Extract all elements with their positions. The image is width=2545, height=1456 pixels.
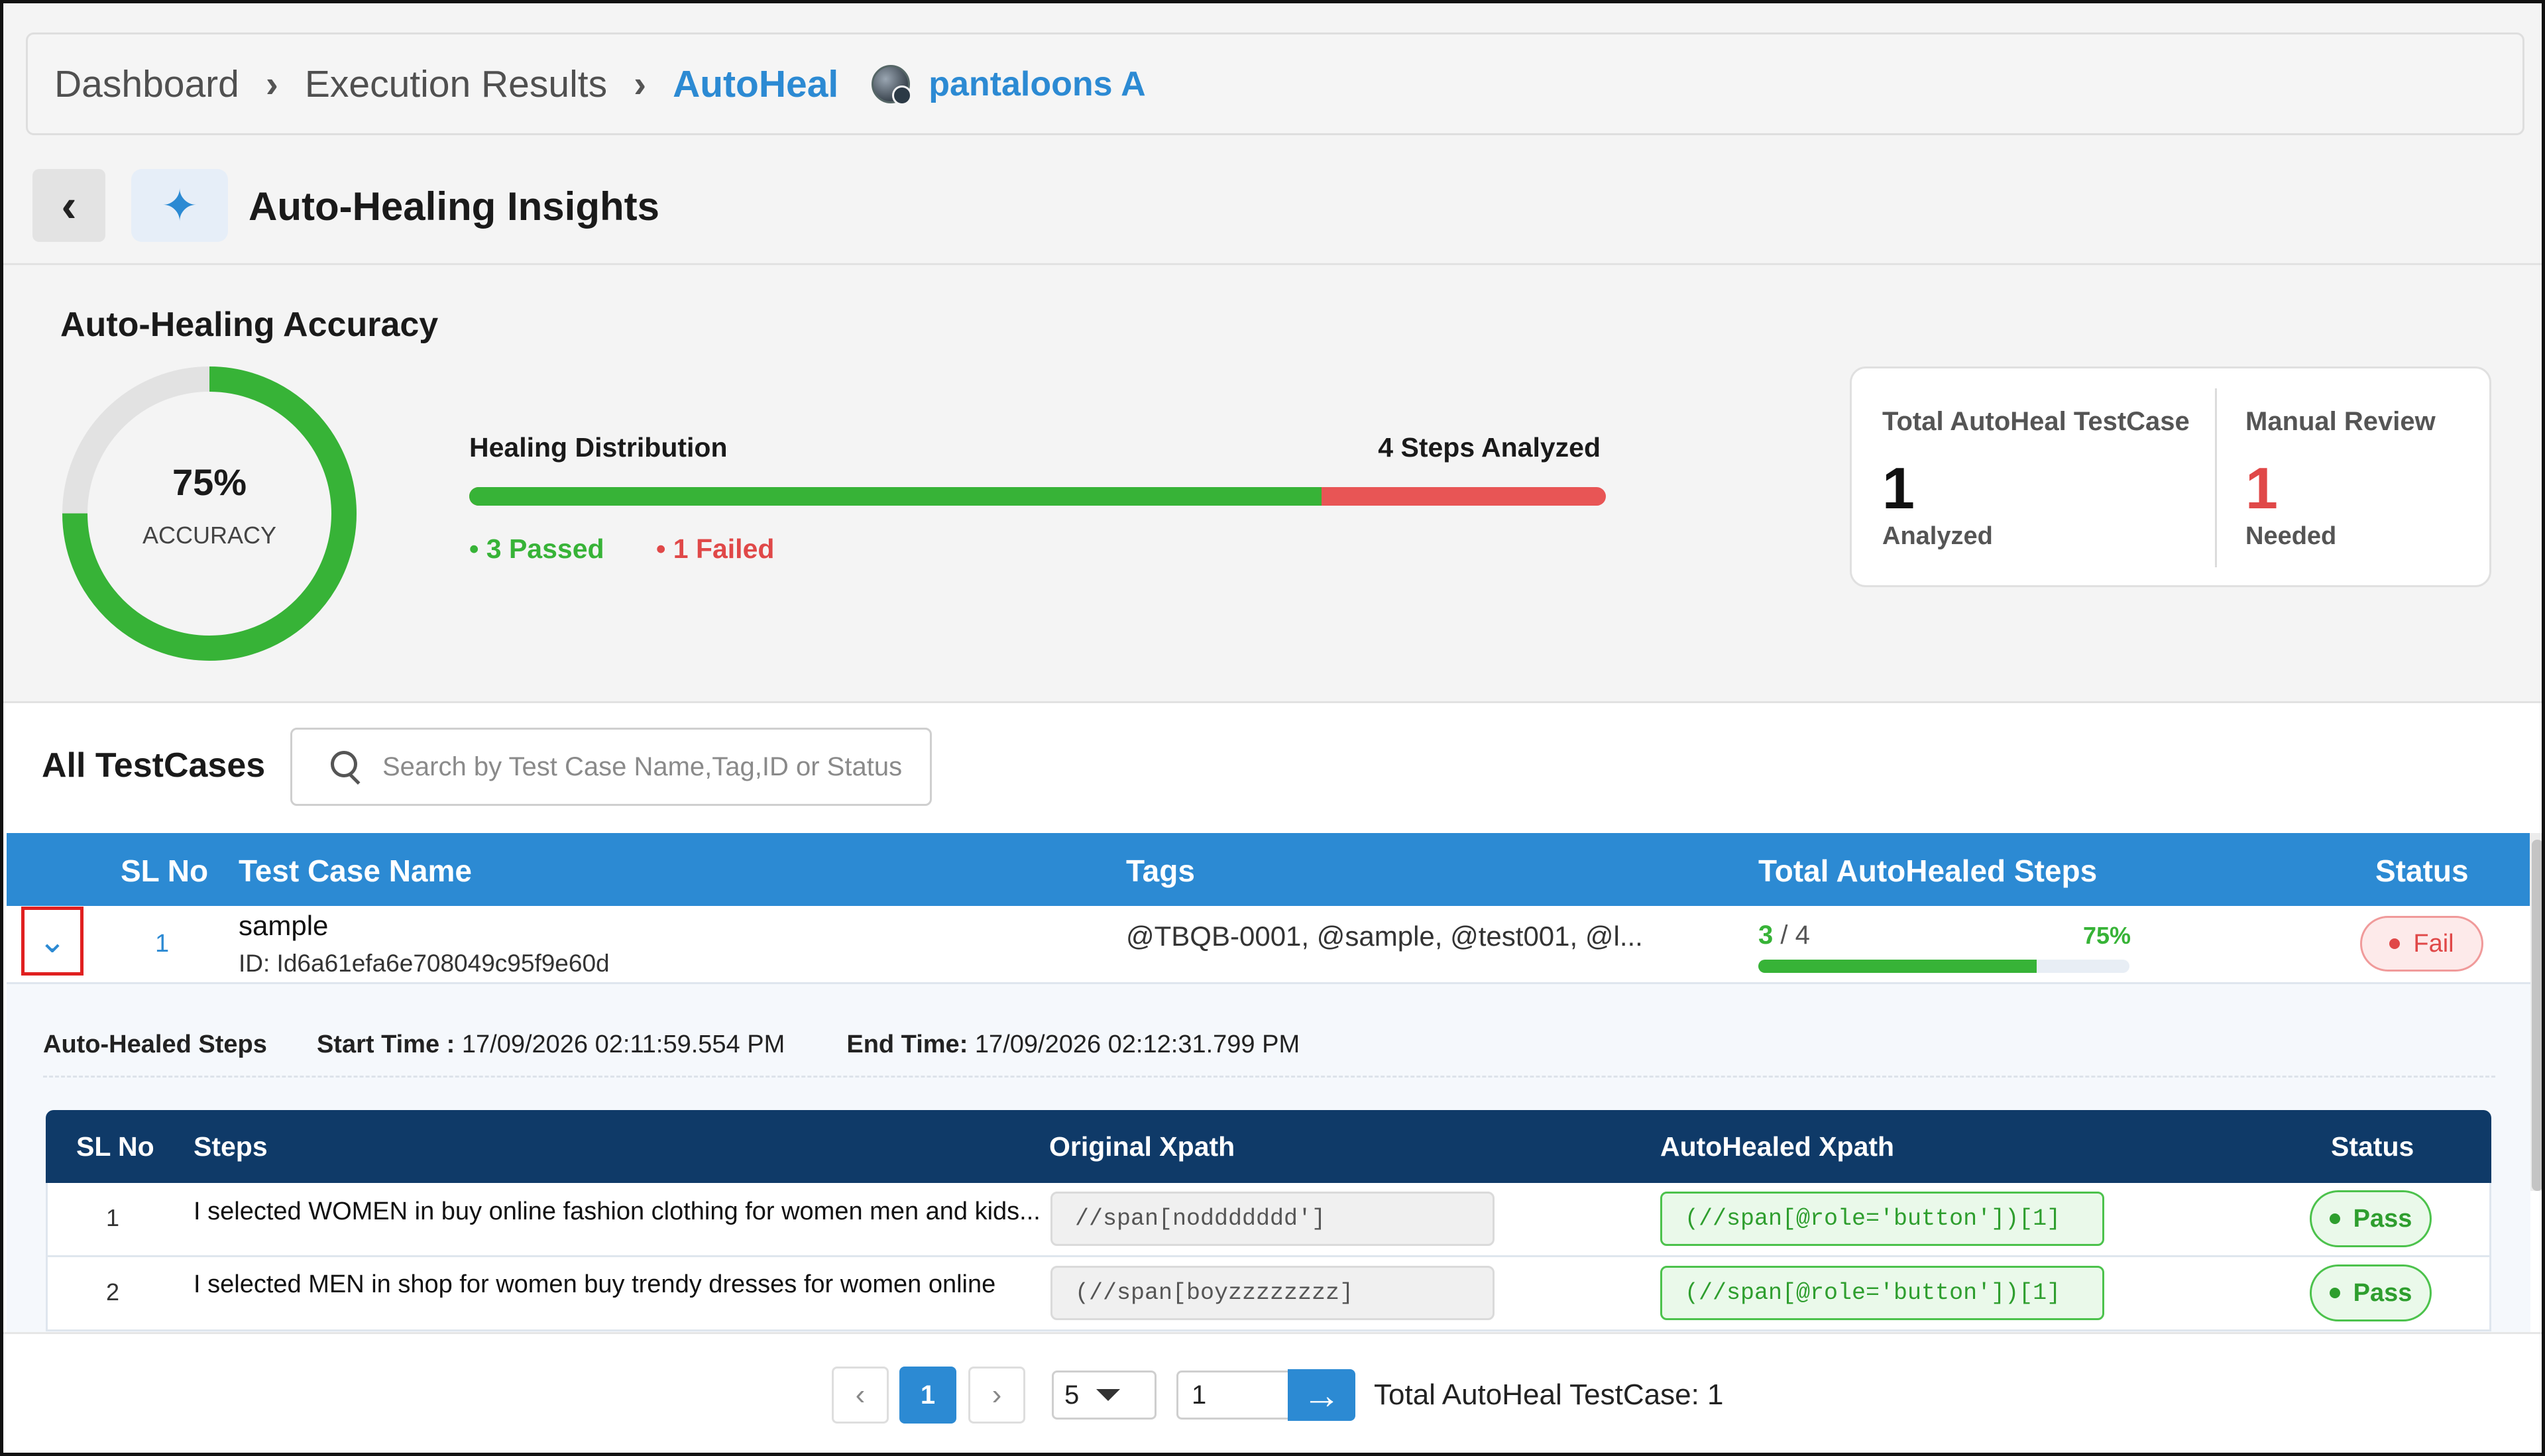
total-testcase-value: 1: [1882, 455, 1915, 521]
step-sl-no: 1: [106, 1204, 120, 1231]
start-time-value: 17/09/2026 02:11:59.554 PM: [461, 1031, 785, 1058]
status-badge-pass: Pass: [2310, 1264, 2432, 1321]
page-1-button[interactable]: 1: [899, 1367, 956, 1424]
col-sl-no: SL No: [121, 854, 209, 888]
total-testcase-sub: Analyzed: [1882, 522, 1993, 550]
expand-row-button[interactable]: ⌄: [21, 907, 84, 976]
status-dot-icon: [2389, 938, 2401, 949]
status-badge-fail: Fail: [2360, 916, 2483, 972]
stats-divider: [2215, 388, 2217, 567]
col-status: Status: [2375, 854, 2469, 888]
accuracy-donut: [62, 366, 357, 661]
globe-icon: [872, 64, 913, 105]
step-text: I selected MEN in shop for women buy tre…: [194, 1270, 996, 1298]
status-dot-icon: [2329, 1213, 2340, 1224]
col-test-case-name: Test Case Name: [239, 854, 472, 888]
row-healed-passed: 3: [1758, 921, 1774, 950]
chevron-left-icon: ‹: [61, 180, 77, 231]
original-xpath: //span[noddddddd']: [1050, 1192, 1495, 1246]
autohealed-xpath: (//span[@role='button'])[1]: [1660, 1192, 2104, 1246]
start-time-key: Start Time :: [316, 1031, 455, 1058]
steps-col-sl-no: SL No: [76, 1131, 154, 1162]
chevron-right-icon: ›: [265, 62, 278, 105]
page-size-select[interactable]: 5: [1052, 1371, 1157, 1420]
detail-divider: [43, 1076, 2495, 1078]
col-tags: Tags: [1126, 854, 1195, 888]
testcases-table-header: SL No Test Case Name Tags Total AutoHeal…: [7, 833, 2530, 906]
page-size-value: 5: [1064, 1380, 1080, 1410]
distribution-bar: [469, 487, 1606, 506]
steps-col-autohealed-xpath: AutoHealed Xpath: [1660, 1131, 1895, 1162]
status-dot-icon: [2329, 1288, 2340, 1298]
row-healed-count: 3 / 4: [1758, 921, 1810, 950]
row-test-case-name: sample: [239, 910, 329, 941]
total-testcase-count: Total AutoHeal TestCase: 1: [1374, 1378, 1724, 1411]
distribution-title: Healing Distribution: [469, 432, 728, 463]
breadcrumb: Dashboard › Execution Results › AutoHeal…: [26, 32, 2524, 135]
search-box[interactable]: [290, 728, 932, 806]
chevron-down-icon: ⌄: [38, 923, 66, 960]
autohealed-xpath: (//span[@role='button'])[1]: [1660, 1266, 2104, 1320]
row-healed-progress-bar: [1758, 960, 2129, 973]
scrollbar-thumb[interactable]: [2532, 840, 2542, 1191]
distribution-passed-fill: [469, 487, 1322, 506]
testcases-title: All TestCases: [42, 746, 266, 785]
steps-col-status: Status: [2331, 1131, 2414, 1162]
breadcrumb-dashboard[interactable]: Dashboard: [54, 62, 239, 106]
back-button[interactable]: ‹: [32, 169, 105, 242]
manual-review-value: 1: [2245, 455, 2278, 521]
arrow-right-icon: →: [1302, 1373, 1341, 1417]
page-jump-input[interactable]: [1176, 1371, 1289, 1420]
accuracy-percent: 75%: [172, 461, 247, 503]
go-to-page-button[interactable]: →: [1288, 1369, 1355, 1421]
end-time-key: End Time:: [846, 1031, 968, 1058]
step-text: I selected WOMEN in buy online fashion c…: [194, 1198, 1041, 1225]
chevron-right-icon: ›: [634, 62, 647, 105]
detail-label: Auto-Healed Steps: [43, 1031, 267, 1058]
status-badge-pass: Pass: [2310, 1190, 2432, 1247]
prev-page-button[interactable]: ‹: [832, 1367, 889, 1424]
status-label: Pass: [2353, 1278, 2412, 1307]
row-tags: @TBQB-0001, @sample, @test001, @l...: [1126, 921, 1643, 952]
header-divider: [3, 263, 2542, 265]
next-page-button[interactable]: ›: [968, 1367, 1025, 1424]
row-sl-no: 1: [155, 930, 170, 958]
end-time-value: 17/09/2026 02:12:31.799 PM: [974, 1031, 1300, 1058]
status-label: Fail: [2413, 929, 2454, 958]
stats-card: Total AutoHeal TestCase 1 Analyzed Manua…: [1850, 366, 2491, 587]
steps-col-steps: Steps: [194, 1131, 268, 1162]
steps-analyzed: 4 Steps Analyzed: [1378, 432, 1601, 463]
failed-count: • 1 Failed: [656, 533, 775, 564]
row-healed-percent: 75%: [2083, 922, 2131, 949]
project-name: pantaloons A: [929, 64, 1146, 103]
status-label: Pass: [2353, 1204, 2412, 1233]
page-title: Auto-Healing Insights: [249, 184, 659, 229]
steps-table-header: SL No Steps Original Xpath AutoHealed Xp…: [46, 1110, 2491, 1183]
row-healed-progress-fill: [1758, 960, 2037, 973]
sparkle-icon: ✦: [131, 169, 228, 242]
breadcrumb-autoheal: AutoHeal: [673, 62, 839, 105]
breadcrumb-execution-results[interactable]: Execution Results: [305, 62, 607, 106]
original-xpath: (//span[boyzzzzzzzz]: [1050, 1266, 1495, 1320]
autohealed-steps-meta: Auto-Healed Steps Start Time : 17/09/202…: [43, 1031, 1300, 1059]
manual-review-sub: Needed: [2245, 522, 2337, 550]
accuracy-label: ACCURACY: [142, 522, 277, 549]
search-icon: [331, 751, 363, 783]
row-healed-total: / 4: [1780, 921, 1810, 950]
accuracy-title: Auto-Healing Accuracy: [60, 306, 439, 344]
steps-col-original-xpath: Original Xpath: [1049, 1131, 1235, 1162]
manual-review-title: Manual Review: [2245, 407, 2436, 436]
app-frame: Dashboard › Execution Results › AutoHeal…: [0, 0, 2545, 1456]
total-testcase-title: Total AutoHeal TestCase: [1882, 407, 2190, 436]
caret-down-icon: [1096, 1389, 1121, 1401]
row-test-case-id: ID: Id6a61efa6e708049c95f9e60d: [239, 950, 610, 977]
col-total-autohealed-steps: Total AutoHealed Steps: [1758, 854, 2098, 888]
step-sl-no: 2: [106, 1278, 120, 1306]
passed-count: • 3 Passed: [469, 533, 604, 564]
search-input[interactable]: [382, 752, 926, 782]
